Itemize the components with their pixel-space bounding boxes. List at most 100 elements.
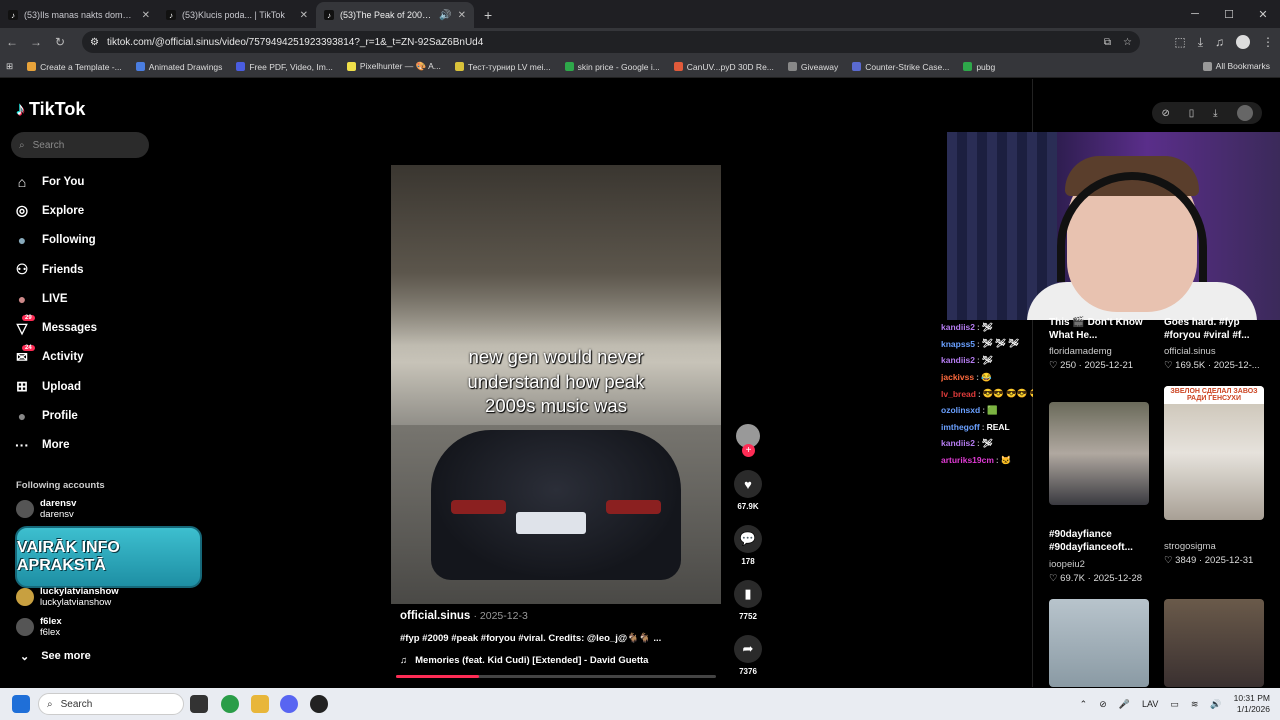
chat-username[interactable]: kandiis2	[941, 438, 975, 448]
grid-card-user[interactable]: ioopeiu2	[1049, 559, 1085, 570]
video-description[interactable]: #fyp #2009 #peak #foryou #viral. Credits…	[400, 633, 661, 644]
bookmark[interactable]: pubg	[963, 62, 995, 72]
new-tab-button[interactable]: +	[474, 2, 502, 28]
wifi-icon[interactable]: ≋	[1191, 699, 1199, 710]
account-item[interactable]: f6lex f6lex	[16, 616, 62, 638]
video-player[interactable]: new gen would never understand how peak …	[391, 165, 721, 604]
app-icon[interactable]	[310, 695, 328, 713]
share-button[interactable]: ➦ 7376	[734, 635, 762, 676]
close-tab-icon[interactable]: ✕	[142, 10, 150, 21]
speaker-icon[interactable]: 🔊	[439, 10, 451, 21]
comment-button[interactable]: 💬 178	[734, 525, 762, 566]
bookmark[interactable]: Free PDF, Video, Im...	[236, 62, 333, 72]
sidebar-item-for-you[interactable]: ⌂ For You	[14, 167, 154, 196]
browser-tab-3[interactable]: ♪ (53)The Peak of 2009 Music 🔊 ✕	[316, 2, 474, 28]
grid-card-title[interactable]: #90dayfiance #90dayfianceoft...	[1049, 528, 1153, 554]
chat-username[interactable]: arturiks19cm	[941, 455, 994, 465]
profile-avatar[interactable]	[1236, 35, 1250, 49]
windows-start-icon[interactable]	[12, 695, 30, 713]
sidebar-item-more[interactable]: ··· More	[14, 431, 154, 460]
discord-icon[interactable]	[280, 695, 298, 713]
bookmark-star-icon[interactable]: ☆	[1123, 37, 1132, 48]
task-view-icon[interactable]	[190, 695, 208, 713]
download-icon[interactable]: ⤓	[1198, 35, 1203, 50]
chat-username[interactable]: knapss5	[941, 339, 975, 349]
sidebar-item-activity[interactable]: ✉ 24 Activity	[14, 343, 154, 372]
menu-icon[interactable]: ⋮	[1262, 35, 1274, 49]
maximize-icon[interactable]: ☐	[1212, 0, 1246, 28]
site-info-icon[interactable]: ⚙	[90, 37, 99, 48]
chat-username[interactable]: jackivss	[941, 372, 974, 382]
see-more-button[interactable]: ⌄ See more	[20, 650, 91, 663]
grid-thumbnail[interactable]: ЗВЕЛОН СДЕЛАЛ ЗАВОЗ РАДИ ГЕНСУХИ	[1164, 386, 1264, 520]
user-avatar[interactable]	[1236, 105, 1253, 121]
search-input[interactable]: ⌕ Search	[11, 132, 149, 158]
bookmark[interactable]: CanUV...pyD 30D Re...	[673, 62, 774, 72]
monitor-icon[interactable]: ▭	[1170, 699, 1179, 710]
volume-icon[interactable]: 🔊	[1210, 699, 1221, 710]
sidebar-item-profile[interactable]: ● Profile	[14, 401, 154, 430]
bookmark[interactable]: Create a Template -...	[27, 62, 122, 72]
like-button[interactable]: ♥ 67.9K	[734, 470, 762, 511]
bookmark[interactable]: Counter-Strike Case...	[852, 62, 949, 72]
video-progress-bar[interactable]	[396, 675, 716, 678]
tiktok-logo[interactable]: ♪ TikTok	[16, 99, 85, 120]
sidebar-item-upload[interactable]: ⊞ Upload	[14, 372, 154, 401]
browser-tab-1[interactable]: ♪ (53)Ils manas nakts domas😡 ✕	[0, 2, 158, 28]
chat-username[interactable]: kandiis2	[941, 355, 975, 365]
chat-username[interactable]: imthegoff	[941, 422, 980, 432]
video-author[interactable]: official.sinus · 2025-12-3	[400, 610, 528, 622]
forward-icon[interactable]: →	[24, 35, 48, 49]
install-icon[interactable]: ⧉	[1104, 37, 1111, 48]
grid-thumbnail[interactable]	[1164, 599, 1264, 687]
device-icon[interactable]: ▯	[1189, 108, 1195, 119]
taskbar-search[interactable]: ⌕ Search	[38, 693, 184, 715]
save-button[interactable]: ▮ 7752	[734, 580, 762, 621]
grid-card-title[interactable]: This 🎬 Don't Know What He...	[1049, 316, 1153, 342]
sidebar-item-following[interactable]: ● Following	[14, 226, 154, 255]
compass-icon[interactable]: ⊘	[1161, 108, 1169, 119]
browser-tab-2[interactable]: ♪ (53)Klucis poda... | TikTok ✕	[158, 2, 316, 28]
language-indicator[interactable]: LAV	[1142, 699, 1158, 709]
chrome-icon[interactable]	[221, 695, 239, 713]
sidebar-item-friends[interactable]: ⚇ Friends	[14, 255, 154, 284]
grid-card-user[interactable]: floridamademg	[1049, 346, 1112, 357]
minimize-icon[interactable]: ─	[1178, 0, 1212, 28]
grid-card-user[interactable]: strogosigma	[1164, 541, 1216, 552]
chat-username[interactable]: kandiis2	[941, 322, 975, 332]
account-item[interactable]: luckylatvianshow luckylatvianshow	[16, 586, 119, 608]
download-icon[interactable]: ⤓	[1213, 108, 1217, 119]
clock[interactable]: 10:31 PM 1/1/2026	[1234, 693, 1270, 715]
close-tab-icon[interactable]: ✕	[300, 10, 308, 21]
chat-username[interactable]: lv_bread	[941, 389, 976, 399]
mic-icon[interactable]: 🎤	[1119, 699, 1130, 710]
bookmark[interactable]: skin price - Google i...	[564, 62, 660, 72]
creator-avatar[interactable]: +	[736, 424, 760, 457]
bookmark[interactable]: Pixelhunter — 🎨 A...	[346, 61, 441, 72]
grid-thumbnail[interactable]	[1049, 402, 1149, 505]
chat-username[interactable]: ozolinsxd	[941, 405, 980, 415]
video-music[interactable]: ♫ Memories (feat. Kid Cudi) [Extended] - …	[400, 655, 648, 666]
bookmark[interactable]: Тест-турнир LV mei...	[454, 62, 551, 72]
grid-card-title[interactable]: Goes hard. #fyp #foryou #viral #f...	[1164, 316, 1268, 342]
apps-icon[interactable]: ⊞	[6, 61, 13, 72]
bookmark[interactable]: Animated Drawings	[135, 62, 222, 72]
grid-card-user[interactable]: official.sinus	[1164, 346, 1216, 357]
back-icon[interactable]: ←	[0, 35, 24, 49]
follow-plus-icon[interactable]: +	[742, 444, 755, 457]
file-explorer-icon[interactable]	[251, 695, 269, 713]
grid-thumbnail[interactable]	[1049, 599, 1149, 687]
address-bar[interactable]: ⚙ tiktok.com/@official.sinus/video/75794…	[82, 31, 1140, 53]
account-item[interactable]: darensv darensv	[16, 498, 76, 520]
extensions-icon[interactable]: ⬚	[1174, 35, 1185, 49]
bookmark[interactable]: Giveaway	[787, 62, 838, 72]
all-bookmarks[interactable]: All Bookmarks	[1202, 61, 1270, 71]
chevron-up-icon[interactable]: ⌃	[1080, 699, 1088, 710]
network-icon[interactable]: ⊘	[1099, 699, 1107, 710]
sidebar-item-messages[interactable]: ▽ 29 Messages	[14, 313, 154, 342]
reload-icon[interactable]: ↻	[48, 35, 72, 49]
media-icon[interactable]: ♫	[1215, 35, 1224, 49]
sidebar-item-live[interactable]: ● LIVE	[14, 284, 154, 313]
close-tab-icon[interactable]: ✕	[458, 10, 466, 21]
close-window-icon[interactable]: ✕	[1246, 0, 1280, 28]
